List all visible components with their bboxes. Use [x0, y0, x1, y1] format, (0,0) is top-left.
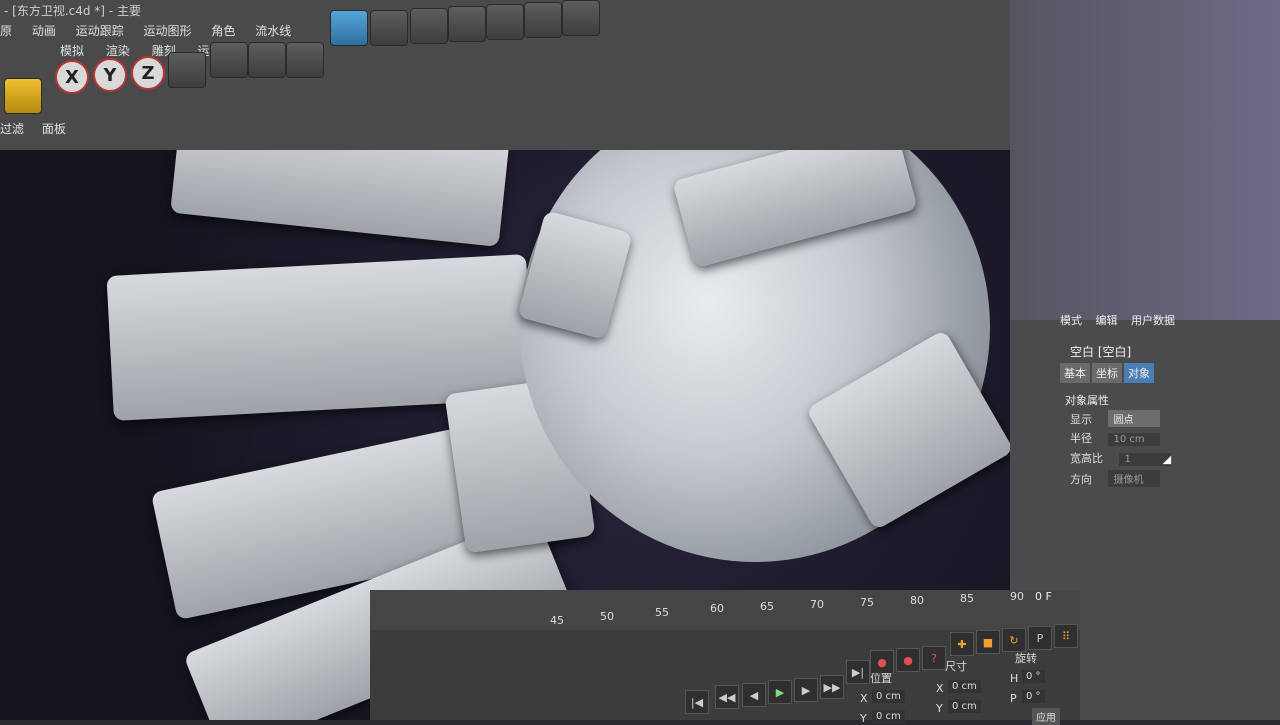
next-frame-button[interactable]: ▶ — [794, 678, 818, 702]
menu-item-1[interactable]: 动画 — [32, 24, 56, 38]
object-name: 空白 [空白] — [1070, 345, 1132, 359]
tick-label: 75 — [860, 596, 874, 609]
goto-start-button[interactable]: |◀ — [685, 690, 709, 714]
subdivision-button[interactable] — [410, 8, 448, 44]
render-picture-button[interactable] — [248, 42, 286, 78]
model-mode-button[interactable] — [4, 78, 42, 114]
timeline-panel: 45 50 55 60 65 70 75 80 85 90 0 F |◀ ◀◀ … — [370, 590, 1080, 725]
viewport-menu: 过滤 面板 — [0, 120, 80, 137]
coord-y-pos-field[interactable]: 0 cm — [872, 710, 905, 723]
coord-y-size-field[interactable]: 0 cm — [948, 700, 981, 713]
x-axis-lock-button[interactable]: X — [55, 60, 89, 94]
menu-bar: 原 动画 运动跟踪 运动图形 角色 流水线 — [0, 22, 307, 40]
y-axis-lock-button[interactable]: Y — [93, 58, 127, 92]
play-button[interactable]: ▶ — [768, 680, 792, 704]
attributes-mode-tabs: 模式 编辑 用户数据 — [1060, 312, 1185, 328]
z-axis-label: Z — [141, 62, 155, 84]
camera-button[interactable] — [562, 0, 600, 36]
prop-orientation-label: 方向 — [1070, 473, 1092, 486]
deformer-button[interactable] — [486, 4, 524, 40]
tick-label: 80 — [910, 594, 924, 607]
prop-aspect: 宽高比 1 — [1070, 450, 1171, 466]
coord-h-field[interactable]: 0 ° — [1022, 670, 1045, 683]
menu-item-3[interactable]: 运动图形 — [144, 24, 192, 38]
prop-display: 显示 圆点 — [1070, 410, 1160, 427]
timeline-ruler[interactable]: 45 50 55 60 65 70 75 80 85 90 0 F — [370, 590, 1080, 630]
coord-size-header: 尺寸 — [945, 660, 967, 673]
prev-key-button[interactable]: ◀◀ — [715, 685, 739, 709]
cloner-button[interactable] — [448, 6, 486, 42]
coord-rotation-header: 旋转 — [1015, 652, 1037, 665]
tick-label: 85 — [960, 592, 974, 605]
prop-radius-field[interactable]: 10 cm — [1107, 433, 1160, 446]
subtab-object[interactable]: 对象 — [1124, 363, 1154, 383]
model-petal — [170, 150, 510, 247]
tab-edit[interactable]: 编辑 — [1096, 314, 1118, 327]
x-axis-label: X — [65, 66, 79, 88]
z-axis-lock-button[interactable]: Z — [131, 56, 165, 90]
prop-radius: 半径 10 cm — [1070, 430, 1160, 446]
object-manager — [1010, 0, 1280, 320]
subtab-basic[interactable]: 基本 — [1060, 363, 1090, 383]
coord-x-size-field[interactable]: 0 cm — [948, 680, 981, 693]
cube-primitive-button[interactable] — [330, 10, 368, 46]
prop-radius-label: 半径 — [1070, 432, 1092, 445]
menu-item-5[interactable]: 流水线 — [255, 24, 291, 38]
menu2-item-0[interactable]: 模拟 — [60, 44, 84, 58]
tick-label: 45 — [550, 614, 564, 627]
subtab-coord[interactable]: 坐标 — [1092, 363, 1122, 383]
coord-p-label: P — [1010, 692, 1017, 705]
tick-label: 50 — [600, 610, 614, 623]
prop-display-label: 显示 — [1070, 413, 1092, 426]
floor-button[interactable] — [524, 2, 562, 38]
coord-position-header: 位置 — [870, 672, 892, 685]
render-settings-button[interactable] — [286, 42, 324, 78]
coord-h-label: H — [1010, 672, 1019, 685]
tick-label: 65 — [760, 600, 774, 613]
menu-item-4[interactable]: 角色 — [211, 24, 235, 38]
prop-display-dropdown[interactable]: 圆点 — [1107, 410, 1160, 427]
coord-x-size-label: X — [936, 682, 944, 695]
menu-item-2[interactable]: 运动跟踪 — [76, 24, 124, 38]
tick-label: 60 — [710, 602, 724, 615]
coord-y-label: Y — [860, 712, 867, 725]
tick-label: 55 — [655, 606, 669, 619]
coordinates-manager: 位置 尺寸 旋转 X 0 cm X 0 cm H 0 ° Y 0 cm Y 0 … — [850, 640, 1080, 725]
coordinate-system-button[interactable] — [168, 52, 206, 88]
prop-orientation: 方向 摄像机 — [1070, 470, 1160, 487]
coord-x-pos-field[interactable]: 0 cm — [872, 690, 905, 703]
current-frame: 0 F — [1035, 590, 1052, 603]
tab-mode[interactable]: 模式 — [1060, 314, 1082, 327]
attributes-subtabs: 基本 坐标 对象 — [1060, 362, 1156, 383]
coord-y-size-label: Y — [936, 702, 943, 715]
coord-p-field[interactable]: 0 ° — [1022, 690, 1045, 703]
prop-orientation-dropdown[interactable]: 摄像机 — [1107, 470, 1160, 487]
main-toolbar: - [东方卫视.c4d *] - 主要 原 动画 运动跟踪 运动图形 角色 流水… — [0, 0, 1010, 150]
section-title: 对象属性 — [1065, 394, 1109, 407]
y-axis-label: Y — [103, 64, 117, 86]
viewport-menu-filter[interactable]: 过滤 — [0, 122, 24, 136]
pen-tool-button[interactable] — [370, 10, 408, 46]
menu-item-0[interactable]: 原 — [0, 24, 12, 38]
prev-frame-button[interactable]: ◀ — [742, 683, 766, 707]
coord-x-label: X — [860, 692, 868, 705]
prop-aspect-label: 宽高比 — [1070, 452, 1103, 465]
apply-button[interactable]: 应用 — [1032, 708, 1060, 725]
render-view-button[interactable] — [210, 42, 248, 78]
menu2-item-1[interactable]: 渲染 — [106, 44, 130, 58]
viewport-menu-panel[interactable]: 面板 — [42, 122, 66, 136]
next-key-button[interactable]: ▶▶ — [820, 675, 844, 699]
tick-label: 70 — [810, 598, 824, 611]
window-title: - [东方卫视.c4d *] - 主要 — [4, 4, 141, 18]
tick-label: 90 — [1010, 590, 1024, 603]
tab-user-data[interactable]: 用户数据 — [1131, 314, 1175, 327]
